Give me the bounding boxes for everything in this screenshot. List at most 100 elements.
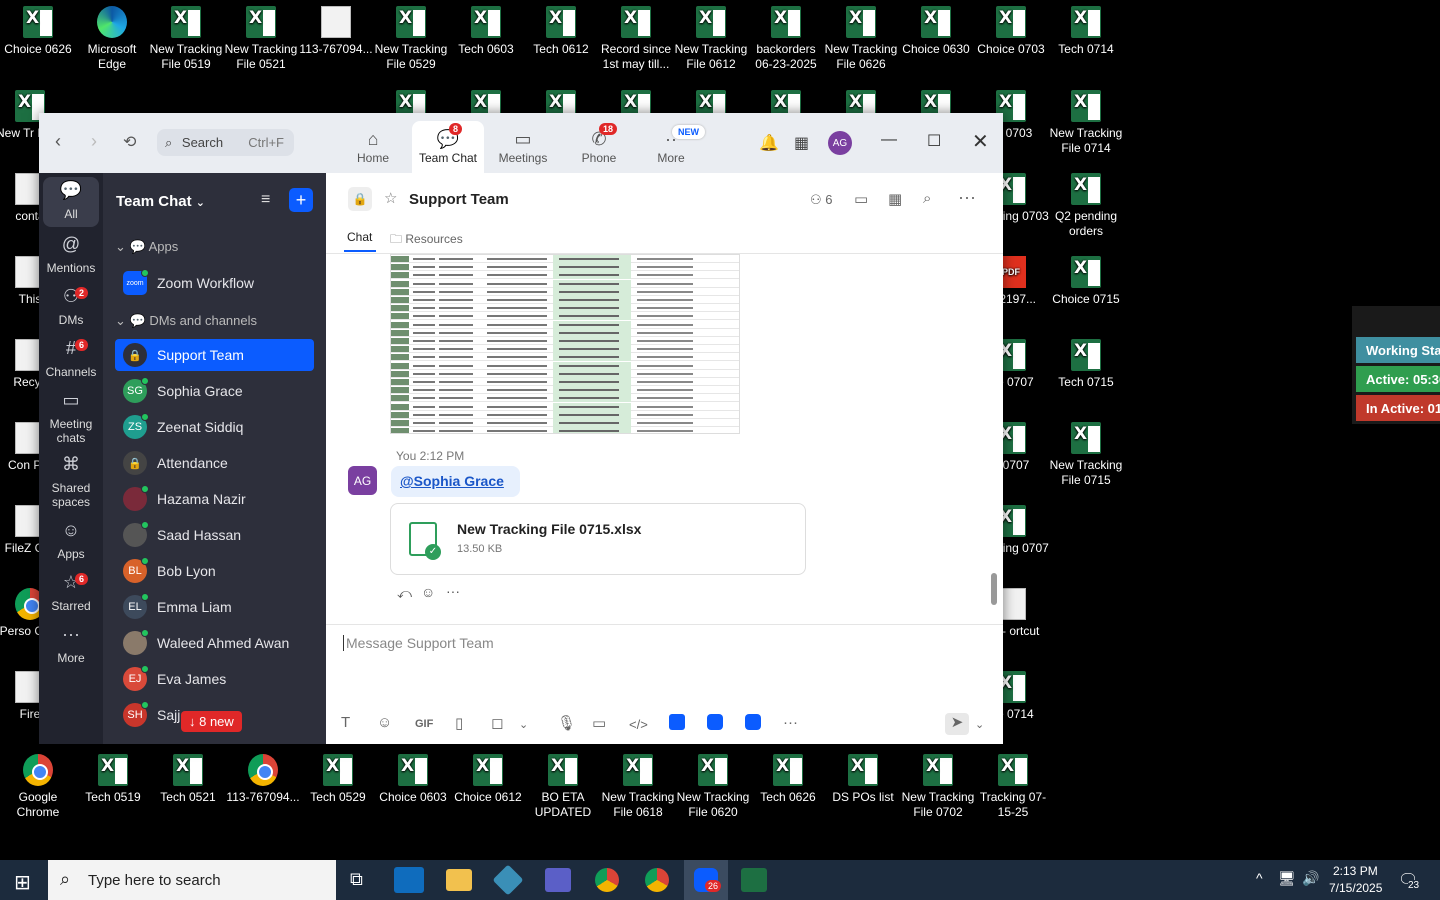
desktop-icon[interactable]: Tech 0603 [448, 0, 524, 57]
desktop-icon[interactable]: New Tracking File 0702 [900, 748, 976, 820]
sidebar-item-hazama-nazir[interactable]: Hazama Nazir [115, 483, 314, 515]
close-icon[interactable]: ✕ [972, 129, 989, 154]
desktop-icon[interactable]: New Tracking File 0521 [223, 0, 299, 72]
desktop-icon[interactable]: Tech 0612 [523, 0, 599, 57]
tab-team-chat[interactable]: 💬 Team Chat [417, 127, 479, 165]
outlook-taskbar-icon[interactable] [394, 867, 424, 893]
volume-icon[interactable]: 🔊 [1302, 870, 1319, 887]
code-icon[interactable]: </> [629, 717, 648, 732]
desktop-icon[interactable]: Record since 1st may till... [598, 0, 674, 72]
tab-resources[interactable]: 🗀 Resources [390, 230, 463, 251]
spreadsheet-image-preview[interactable] [390, 254, 740, 434]
teams-taskbar-icon[interactable] [545, 868, 571, 892]
sidebar-item-eva-james[interactable]: EJ Eva James [115, 663, 314, 695]
clock-time[interactable]: 2:13 PM [1333, 864, 1378, 878]
send-icon[interactable]: ➤ [945, 713, 969, 735]
sidebar-item-zeenat-siddiq[interactable]: ZS Zeenat Siddiq [115, 411, 314, 443]
section-apps[interactable]: ⌄ 💬 Apps [115, 239, 178, 255]
desktop-icon[interactable]: New Tracking File 0626 [823, 0, 899, 72]
tray-chevron-icon[interactable]: ^ [1256, 870, 1263, 886]
sidebar-item-sophia-grace[interactable]: SG Sophia Grace [115, 375, 314, 407]
desktop-icon[interactable]: 113-767094... [225, 748, 301, 805]
microphone-icon[interactable]: 🎙 [557, 714, 576, 732]
calendar-icon[interactable]: ▦ [888, 190, 902, 208]
desktop-icon[interactable]: backorders 06-23-2025 [748, 0, 824, 72]
tab-home[interactable]: ⌂ Home [350, 127, 396, 165]
left-nav-channels[interactable]: # Channels 6 [39, 339, 103, 379]
new-messages-badge[interactable]: ↓ 8 new [181, 711, 242, 732]
sidebar-item-zoom-workflow[interactable]: zoom Zoom Workflow [115, 267, 314, 299]
mention-bubble[interactable]: @Sophia Grace [391, 466, 520, 497]
sidebar-item-support-team[interactable]: 🔒 Support Team [115, 339, 314, 371]
desktop-icon[interactable]: BO ETA UPDATED [525, 748, 601, 820]
tab-meetings[interactable]: ▭ Meetings [495, 127, 551, 165]
file-explorer-taskbar-icon[interactable] [446, 869, 472, 891]
desktop-icon[interactable]: Choice 0626 [0, 0, 76, 57]
more-actions-icon[interactable]: ··· [446, 583, 460, 599]
gif-icon[interactable]: GIF [415, 718, 433, 730]
desktop-icon[interactable]: DS POs list [825, 748, 901, 805]
desktop-icon[interactable]: Microsoft Edge [74, 0, 150, 72]
video-message-icon[interactable]: ▭ [592, 714, 606, 732]
emoji-react-icon[interactable]: ☺ [421, 584, 435, 600]
desktop-icon[interactable]: New Tracking File 0612 [673, 0, 749, 72]
file-name[interactable]: New Tracking File 0715.xlsx [457, 521, 641, 537]
desktop-icon[interactable]: Tech 0529 [300, 748, 376, 805]
file-icon[interactable]: ▯ [455, 714, 463, 732]
taskbar-search[interactable]: ⌕ Type here to search [48, 860, 336, 900]
desktop-icon[interactable]: Choice 0630 [898, 0, 974, 57]
format-text-icon[interactable]: T [341, 714, 350, 731]
desktop-icon[interactable]: New Tracking File 0529 [373, 0, 449, 72]
desktop-icon[interactable]: 113-767094... [298, 0, 374, 57]
app-icon-2[interactable] [707, 714, 723, 730]
maximize-icon[interactable]: ☐ [927, 131, 941, 151]
desktop-icon[interactable]: New Tracking File 0714 [1048, 84, 1124, 156]
sidebar-item-emma-liam[interactable]: EL Emma Liam [115, 591, 314, 623]
sidebar-item-bob-lyon[interactable]: BL Bob Lyon [115, 555, 314, 587]
sidebar-item-waleed-ahmed-awan[interactable]: Waleed Ahmed Awan [115, 627, 314, 659]
chrome-taskbar-icon-2[interactable] [645, 868, 669, 892]
left-nav-apps[interactable]: ☺ Apps [39, 521, 103, 561]
search-box[interactable]: ⌕ Search Ctrl+F [157, 129, 294, 156]
desktop-icon[interactable]: New Tracking File 0618 [600, 748, 676, 820]
channel-title[interactable]: Support Team [409, 191, 509, 208]
minimize-icon[interactable]: — [881, 131, 897, 149]
windows-start-icon[interactable]: ⊞ [14, 870, 31, 895]
desktop-icon[interactable]: Tech 0626 [750, 748, 826, 805]
desktop-icon[interactable]: New Tracking File 0620 [675, 748, 751, 820]
left-nav-more[interactable]: ··· More [39, 625, 103, 665]
sidebar-title[interactable]: Team Chat ⌄ [116, 193, 205, 210]
desktop-icon[interactable]: Choice 0715 [1048, 250, 1124, 307]
desktop-icon[interactable]: Tracking 07-15-25 [975, 748, 1051, 820]
app-icon-3[interactable] [745, 714, 761, 730]
sidebar-item-attendance[interactable]: 🔒 Attendance [115, 447, 314, 479]
screenshot-icon[interactable]: ◻ [491, 714, 503, 732]
mention-link[interactable]: @Sophia Grace [400, 473, 504, 489]
desktop-icon[interactable]: Choice 0612 [450, 748, 526, 805]
desktop-icon[interactable]: Tech 0521 [150, 748, 226, 805]
filter-icon[interactable]: ≡ [261, 191, 270, 209]
sidebar-item-saad-hassan[interactable]: Saad Hassan [115, 519, 314, 551]
chevron-down-icon[interactable]: ⌄ [519, 718, 528, 731]
video-icon[interactable]: ▭ [854, 190, 868, 208]
chrome-taskbar-icon-1[interactable] [595, 868, 619, 892]
more-options-icon[interactable]: ··· [958, 187, 976, 208]
star-icon[interactable]: ☆ [384, 189, 397, 207]
desktop-icon[interactable]: Choice 0603 [375, 748, 451, 805]
desktop-icon[interactable]: Q2 pending orders [1048, 167, 1124, 239]
message-input[interactable]: Message Support Team [343, 635, 494, 651]
forward-arrow-icon[interactable]: › [91, 131, 97, 152]
desktop-icon[interactable]: Choice 0703 [973, 0, 1049, 57]
history-icon[interactable]: ⟲ [123, 132, 136, 152]
left-nav-starred[interactable]: ☆ Starred 6 [39, 573, 103, 613]
left-nav-meeting-chats[interactable]: ▭ Meeting chats [39, 391, 103, 445]
desktop-icon[interactable]: Tech 0714 [1048, 0, 1124, 57]
app-icon-1[interactable] [669, 714, 685, 730]
desktop-icon[interactable]: Tech 0519 [75, 748, 151, 805]
compose-button[interactable]: + [289, 188, 313, 212]
search-icon[interactable]: ⌕ [923, 190, 931, 207]
excel-taskbar-icon[interactable] [741, 868, 767, 892]
desktop-icon[interactable]: New Tracking File 0715 [1048, 416, 1124, 488]
network-icon[interactable]: 🖥 [1278, 870, 1296, 887]
tab-chat[interactable]: Chat [347, 230, 372, 244]
